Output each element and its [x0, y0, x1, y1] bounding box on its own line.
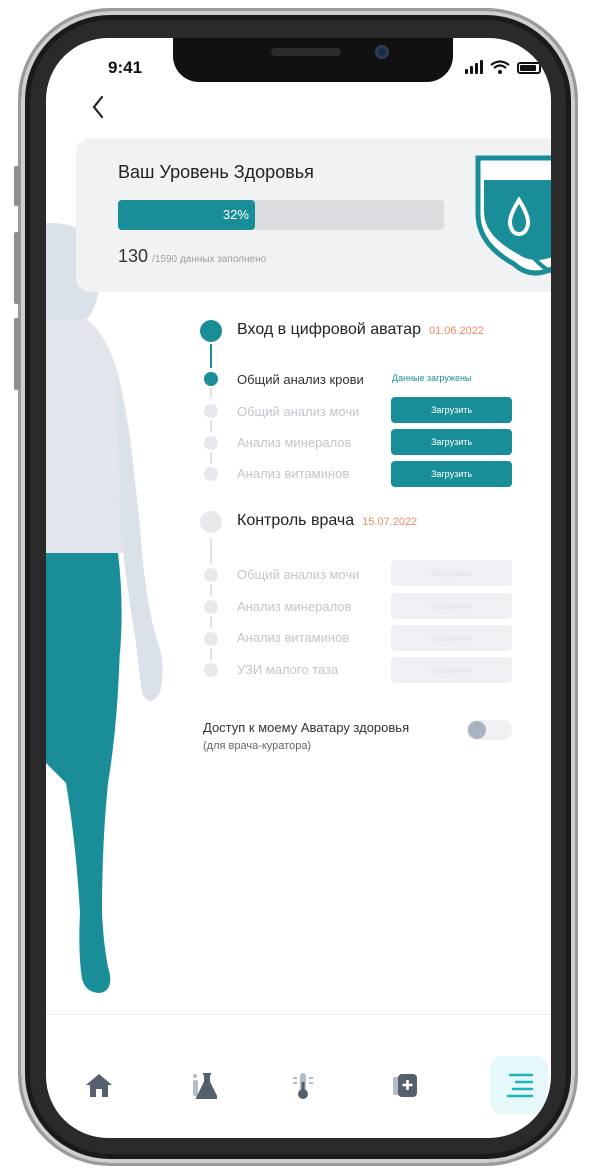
battery-icon	[517, 62, 541, 74]
stage2-item4-connector	[210, 648, 212, 660]
menu-icon	[506, 1073, 534, 1098]
stage1-item1-label: Общий анализ крови	[237, 372, 364, 387]
toggle-knob	[468, 721, 486, 739]
stage2-item3-connector	[210, 616, 212, 628]
tab-medical-card[interactable]	[376, 1056, 434, 1114]
avatar-access-title: Доступ к моему Аватару здоровья	[203, 720, 410, 735]
stage2-item2-dot	[204, 600, 218, 614]
stage2-item4-dot	[204, 663, 218, 677]
stage2-item4-upload-button[interactable]: Загрузить	[391, 657, 512, 683]
stage1-date: 01.06.2022	[428, 325, 485, 337]
body-silhouette	[46, 223, 163, 993]
filled-count-total: /1590 данных заполнено	[152, 254, 267, 265]
stage1-item3-upload-button[interactable]: Загрузить	[391, 429, 512, 455]
stage1-item4-label: Анализ витаминов	[237, 466, 350, 481]
stage1-item2-label: Общий анализ мочи	[237, 404, 360, 419]
stage2-item3-upload-button[interactable]: Загрузить	[391, 625, 512, 651]
stage2-connector	[210, 538, 212, 564]
stage2-dot	[200, 511, 222, 533]
lab-flask-icon	[193, 1073, 217, 1099]
filled-count: 130/1590 данных заполнено	[118, 246, 266, 267]
stage1-item2-connector	[210, 388, 212, 398]
signal-icon	[465, 60, 483, 74]
stage2-title: Контроль врача 15.07.2022	[237, 512, 417, 530]
stage1-dot	[200, 320, 222, 342]
tab-menu[interactable]	[490, 1056, 548, 1114]
medical-card-icon	[393, 1074, 417, 1097]
health-progress-fill: 32%	[118, 200, 255, 230]
stage1-item4-dot	[204, 467, 218, 481]
tab-lab[interactable]	[174, 1056, 232, 1114]
stage1-item2-dot	[204, 404, 218, 418]
status-time: 9:41	[108, 58, 143, 77]
side-button-volume-down	[14, 318, 20, 390]
stage2-item1-upload-button[interactable]: Загрузить	[391, 560, 512, 586]
stage1-item3-connector	[210, 420, 212, 432]
stage2-item2-upload-button[interactable]: Загрузить	[391, 593, 512, 619]
home-icon	[86, 1074, 112, 1097]
stage1-title: Вход в цифровой аватар 01.06.2022	[237, 321, 484, 339]
chevron-left-icon	[92, 95, 104, 119]
filled-count-value: 130	[118, 246, 149, 266]
tab-thermometer[interactable]	[274, 1056, 332, 1114]
stage2-item4-label: УЗИ малого таза	[237, 662, 339, 677]
stage1-item4-connector	[210, 452, 212, 464]
stage1-item3-dot	[204, 436, 218, 450]
stage1-item1-status: Данные загружены	[392, 373, 472, 383]
tabbar-divider	[46, 1014, 551, 1015]
stage2-item1-dot	[204, 568, 218, 582]
stage2-item2-connector	[210, 584, 212, 596]
health-progress-bar: 32%	[118, 200, 444, 230]
wifi-icon	[490, 60, 510, 74]
avatar-access-text: Доступ к моему Аватару здоровья (для вра…	[203, 718, 409, 756]
back-button[interactable]	[90, 94, 114, 124]
stage2-item2-label: Анализ минералов	[237, 599, 352, 614]
side-button-mute	[14, 166, 20, 206]
notch	[173, 38, 453, 82]
side-button-volume-up	[14, 232, 20, 304]
stage1-connector	[210, 344, 212, 368]
blood-drop-badge-icon	[475, 155, 551, 276]
avatar-access-toggle[interactable]	[466, 720, 512, 740]
status-icons	[465, 60, 541, 74]
stage2-item3-label: Анализ витаминов	[237, 630, 350, 645]
stage2-title-text: Контроль врача	[237, 512, 355, 529]
tab-home[interactable]	[70, 1056, 128, 1114]
health-level-title: Ваш Уровень Здоровья	[118, 162, 314, 182]
stage2-date: 15.07.2022	[362, 516, 418, 528]
stage2-item1-label: Общий анализ мочи	[237, 567, 360, 582]
camera	[375, 45, 389, 59]
stage1-item4-upload-button[interactable]: Загрузить	[391, 461, 512, 487]
stage1-item3-label: Анализ минералов	[237, 435, 352, 450]
health-progress-label: 32%	[222, 207, 249, 222]
avatar-access-subtitle: (для врача-куратора)	[203, 740, 312, 752]
stage1-item2-upload-button[interactable]: Загрузить	[391, 397, 512, 423]
phone-screen: 9:41 Ваш Уровень Здоровья 32% 130/1590 д…	[46, 38, 551, 1138]
stage2-item3-dot	[204, 632, 218, 646]
stage1-title-text: Вход в цифровой аватар	[237, 321, 421, 338]
thermometer-icon	[293, 1073, 313, 1099]
speaker	[271, 48, 341, 56]
stage1-item1-dot	[204, 372, 218, 386]
